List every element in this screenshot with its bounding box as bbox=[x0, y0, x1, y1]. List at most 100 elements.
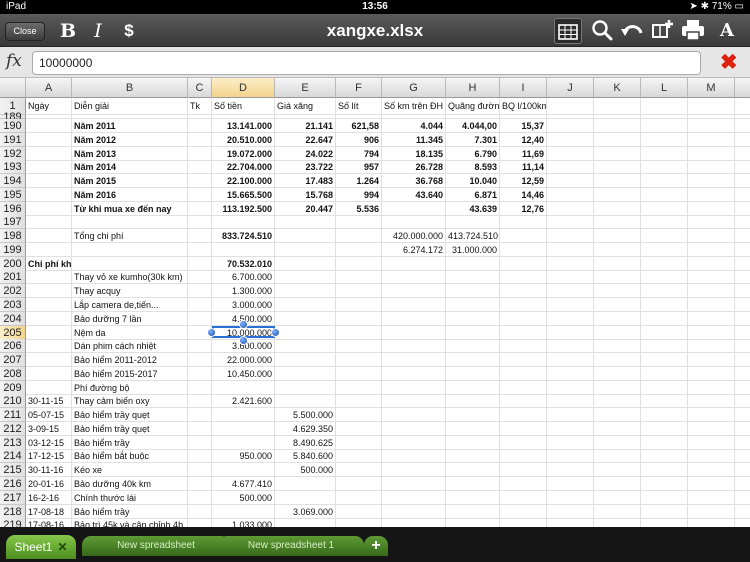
table-cell[interactable] bbox=[641, 98, 688, 115]
row-header[interactable]: 207 bbox=[0, 353, 26, 367]
table-cell[interactable]: 500.000 bbox=[212, 491, 275, 505]
table-cell[interactable] bbox=[735, 463, 750, 477]
table-cell[interactable] bbox=[688, 133, 735, 147]
table-cell[interactable] bbox=[26, 215, 72, 229]
table-cell[interactable] bbox=[188, 243, 212, 257]
table-cell[interactable] bbox=[594, 381, 641, 395]
table-cell[interactable] bbox=[446, 367, 500, 381]
table-cell[interactable] bbox=[688, 270, 735, 284]
row-header[interactable]: 208 bbox=[0, 367, 26, 381]
table-cell[interactable] bbox=[594, 339, 641, 353]
table-cell[interactable] bbox=[594, 215, 641, 229]
row-header[interactable]: 209 bbox=[0, 381, 26, 395]
selection-handle-left[interactable] bbox=[207, 328, 216, 337]
table-cell[interactable]: 1.264 bbox=[336, 174, 382, 188]
text-format-icon[interactable]: A bbox=[714, 19, 740, 43]
table-cell[interactable] bbox=[446, 339, 500, 353]
table-cell[interactable] bbox=[212, 243, 275, 257]
table-cell[interactable]: 15,37 bbox=[500, 119, 547, 133]
table-cell[interactable]: 1.033.000 bbox=[212, 518, 275, 527]
table-cell[interactable]: 13.141.000 bbox=[212, 119, 275, 133]
table-cell[interactable] bbox=[26, 160, 72, 174]
table-cell[interactable] bbox=[594, 160, 641, 174]
table-cell[interactable] bbox=[446, 491, 500, 505]
table-cell[interactable] bbox=[547, 284, 594, 298]
table-cell[interactable]: Số km trên ĐH bbox=[382, 98, 446, 115]
table-cell[interactable] bbox=[382, 284, 446, 298]
table-cell[interactable] bbox=[212, 408, 275, 422]
table-cell[interactable] bbox=[547, 243, 594, 257]
table-cell[interactable] bbox=[500, 449, 547, 463]
table-cell[interactable]: 11,69 bbox=[500, 147, 547, 161]
row-header[interactable]: 205 bbox=[0, 326, 26, 340]
table-cell[interactable] bbox=[188, 147, 212, 161]
table-cell[interactable] bbox=[500, 298, 547, 312]
table-cell[interactable] bbox=[26, 298, 72, 312]
column-header[interactable]: F bbox=[336, 78, 382, 98]
table-cell[interactable]: 22.100.000 bbox=[212, 174, 275, 188]
table-cell[interactable] bbox=[446, 463, 500, 477]
table-cell[interactable]: 7.301 bbox=[446, 133, 500, 147]
table-cell[interactable] bbox=[594, 394, 641, 408]
table-cell[interactable] bbox=[336, 477, 382, 491]
table-cell[interactable] bbox=[688, 463, 735, 477]
table-cell[interactable]: Bảo hiểm trầy quẹt bbox=[72, 422, 188, 436]
row-header[interactable]: 210 bbox=[0, 394, 26, 408]
column-header[interactable]: E bbox=[275, 78, 336, 98]
table-cell[interactable]: 4.629.350 bbox=[275, 422, 336, 436]
table-cell[interactable] bbox=[336, 381, 382, 395]
row-header[interactable]: 199 bbox=[0, 243, 26, 257]
table-cell[interactable] bbox=[735, 284, 750, 298]
row-header[interactable]: 218 bbox=[0, 505, 26, 519]
table-cell[interactable] bbox=[641, 174, 688, 188]
table-cell[interactable] bbox=[641, 312, 688, 326]
table-cell[interactable] bbox=[500, 463, 547, 477]
table-cell[interactable] bbox=[382, 381, 446, 395]
table-cell[interactable]: 500.000 bbox=[275, 463, 336, 477]
table-cell[interactable] bbox=[688, 505, 735, 519]
row-header[interactable]: 217 bbox=[0, 491, 26, 505]
table-cell[interactable] bbox=[641, 243, 688, 257]
table-cell[interactable]: Số lít bbox=[336, 98, 382, 115]
table-cell[interactable] bbox=[275, 215, 336, 229]
table-cell[interactable] bbox=[26, 270, 72, 284]
table-cell[interactable] bbox=[735, 394, 750, 408]
column-header[interactable]: B bbox=[72, 78, 188, 98]
table-cell[interactable] bbox=[446, 381, 500, 395]
insert-cells-icon[interactable] bbox=[650, 19, 674, 43]
table-cell[interactable] bbox=[688, 367, 735, 381]
table-cell[interactable]: Phí đường bộ bbox=[72, 381, 188, 395]
table-cell[interactable]: Bảo hiểm trầy quẹt bbox=[72, 408, 188, 422]
table-cell[interactable] bbox=[26, 243, 72, 257]
table-cell[interactable]: 17-08-16 bbox=[26, 518, 72, 527]
table-cell[interactable]: 794 bbox=[336, 147, 382, 161]
table-cell[interactable] bbox=[641, 367, 688, 381]
table-cell[interactable] bbox=[336, 449, 382, 463]
table-cell[interactable] bbox=[336, 298, 382, 312]
table-cell[interactable]: 413.724.510 bbox=[446, 229, 500, 243]
table-cell[interactable] bbox=[275, 477, 336, 491]
table-cell[interactable] bbox=[382, 394, 446, 408]
table-cell[interactable]: 43.639 bbox=[446, 202, 500, 216]
table-cell[interactable] bbox=[336, 270, 382, 284]
table-cell[interactable] bbox=[688, 257, 735, 271]
table-cell[interactable]: 3-09-15 bbox=[26, 422, 72, 436]
table-cell[interactable] bbox=[735, 436, 750, 450]
table-cell[interactable] bbox=[26, 312, 72, 326]
table-cell[interactable] bbox=[26, 367, 72, 381]
table-cell[interactable] bbox=[382, 215, 446, 229]
table-cell[interactable] bbox=[188, 353, 212, 367]
table-cell[interactable]: BQ l/100km bbox=[500, 98, 547, 115]
table-cell[interactable] bbox=[336, 215, 382, 229]
cancel-edit-icon[interactable]: ✖ bbox=[720, 50, 738, 75]
table-cell[interactable] bbox=[641, 229, 688, 243]
table-cell[interactable]: 4.677.410 bbox=[212, 477, 275, 491]
table-cell[interactable]: 21.141 bbox=[275, 119, 336, 133]
table-cell[interactable] bbox=[382, 436, 446, 450]
table-cell[interactable] bbox=[382, 367, 446, 381]
table-cell[interactable] bbox=[688, 174, 735, 188]
table-cell[interactable]: 6.700.000 bbox=[212, 270, 275, 284]
row-header[interactable]: 215 bbox=[0, 463, 26, 477]
table-cell[interactable]: 1.300.000 bbox=[212, 284, 275, 298]
table-cell[interactable] bbox=[688, 408, 735, 422]
